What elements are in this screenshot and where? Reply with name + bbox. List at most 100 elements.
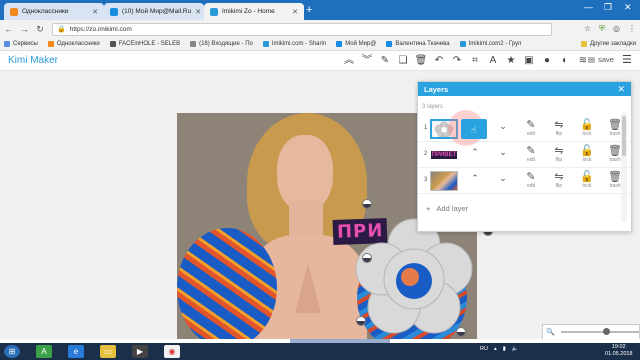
tab-imikimi[interactable]: Imikimi Zo - Home ✕ — [204, 3, 304, 20]
volume-icon[interactable]: 🔈 — [512, 346, 519, 352]
effects-icon[interactable]: ● — [540, 53, 554, 69]
move-up-icon[interactable]: ︽ — [342, 53, 356, 69]
editor-tools: ︽ ︾ ✎ ❏ 🗑 ↶ ↷ ⌗ A ★ ▣ ● ◐ ≋ — [342, 53, 590, 69]
move-up-icon[interactable]: ⌃ — [470, 147, 480, 158]
internet-explorer-icon[interactable]: e — [68, 345, 84, 358]
duplicate-icon[interactable]: ❏ — [396, 53, 410, 69]
action-label: edit — [526, 157, 536, 163]
app-toolbar: Kimi Maker ︽ ︾ ✎ ❏ 🗑 ↶ ↷ ⌗ A ★ ▣ ● ◐ ≋ ▤… — [0, 51, 640, 71]
chrome-icon[interactable]: ◉ — [164, 345, 180, 358]
reload-icon[interactable]: ↻ — [36, 24, 44, 35]
start-icon[interactable]: ⊞ — [4, 345, 20, 358]
app-logo[interactable]: Kimi Maker — [8, 55, 58, 66]
bookmark-inbox[interactable]: (18) Входящие - По — [190, 41, 253, 47]
shield-icon[interactable]: ⛨ — [599, 24, 605, 34]
folder-icon[interactable]: ▭ — [100, 345, 116, 358]
media-player-icon[interactable]: ▶ — [132, 345, 148, 358]
lock-button[interactable]: 🔓 lock — [574, 171, 600, 189]
bookmark-label: Imikimi.com2 - Груп — [468, 41, 522, 47]
forward-icon[interactable]: → — [20, 24, 29, 34]
bookmark-imikimi[interactable]: Imikimi.com - Sharin — [262, 41, 326, 47]
move-down-icon[interactable]: ︾ — [360, 53, 374, 69]
text-icon[interactable]: A — [486, 53, 500, 69]
save-button[interactable]: ▤ save — [588, 55, 614, 64]
bookmark-imikimi2[interactable]: Imikimi.com2 - Груп — [459, 41, 522, 47]
bookmark-label: (18) Входящие - По — [199, 41, 253, 47]
new-tab-button[interactable]: + — [306, 4, 312, 16]
edit-button[interactable]: ✎ edit — [518, 171, 544, 189]
move-down-icon[interactable]: ⌄ — [498, 121, 508, 132]
flip-icon: ⇋ — [554, 171, 564, 183]
zoom-slider[interactable] — [560, 328, 639, 335]
photo-face — [277, 135, 333, 211]
tray-arrow-icon[interactable]: ▴ — [494, 346, 497, 352]
star-icon[interactable]: ☆ — [584, 24, 591, 34]
image-icon[interactable]: ▣ — [522, 53, 536, 69]
page-icon — [109, 41, 116, 47]
menu-dots-icon[interactable]: ⋮ — [628, 24, 636, 34]
resize-handle[interactable] — [456, 327, 466, 337]
resize-handle[interactable] — [362, 253, 372, 263]
edit-button[interactable]: ✎ edit — [518, 119, 544, 137]
edit-button[interactable]: ✎ edit — [518, 145, 544, 163]
move-down-icon[interactable]: ⌄ — [498, 173, 508, 184]
layer-thumbnail[interactable]: ПРИВЕТ — [430, 145, 458, 165]
close-icon[interactable]: ✕ — [617, 84, 625, 95]
bookmark-faceinhole[interactable]: FACEinHOLE - SELEB — [109, 41, 180, 47]
tab-mailru[interactable]: (10) Мой Мир@Mail.Ru ✕ — [104, 3, 204, 20]
sticker-icon[interactable]: ★ — [504, 53, 518, 69]
menu-icon[interactable]: ☰ — [622, 53, 632, 66]
lock-button[interactable]: 🔓 lock — [574, 145, 600, 163]
resize-handle[interactable] — [362, 199, 372, 209]
network-icon[interactable]: ▮ — [503, 346, 506, 352]
bookmark-services[interactable]: Сервисы — [4, 41, 38, 47]
address-bar: ← → ↻ 🔒 https://zo.imikimi.com ☆ ⛨ ◎ ⋮ — [0, 20, 640, 38]
close-icon[interactable]: ✕ — [292, 8, 298, 16]
bookmarks-bar: Сервисы Одноклассники FACEinHOLE - SELEB… — [0, 38, 640, 51]
add-layer-button[interactable]: + Add layer — [426, 204, 468, 213]
move-down-icon[interactable]: ⌄ — [498, 147, 508, 158]
close-icon[interactable]: ✕ — [195, 8, 201, 16]
flip-button[interactable]: ⇋ flip — [546, 171, 572, 189]
layer-row[interactable]: 1 ☝ ⌄ ✎ edit ⇋ flip 🔓 lock 🗑 trash — [418, 110, 631, 146]
close-window-icon[interactable]: ✕ — [624, 2, 632, 13]
crop-icon[interactable]: ⌗ — [468, 53, 482, 69]
flower-frame-layer[interactable] — [354, 217, 474, 337]
lock-icon: 🔓 — [580, 145, 594, 157]
maximize-icon[interactable]: ❐ — [604, 2, 612, 13]
photo-sleeve-left — [177, 228, 277, 339]
layer-thumbnail[interactable] — [430, 171, 458, 191]
resize-handle[interactable] — [356, 316, 366, 326]
undo-icon[interactable]: ↶ — [432, 53, 446, 69]
lock-icon: 🔓 — [580, 171, 594, 183]
bookmark-moi-mir[interactable]: Мой Мир@ — [336, 41, 376, 47]
zoom-slider-knob[interactable] — [603, 328, 611, 335]
bookmark-other[interactable]: Другие закладки — [581, 41, 636, 47]
url-input[interactable]: 🔒 https://zo.imikimi.com — [52, 22, 552, 36]
layer-row[interactable]: 2 ПРИВЕТ ⌃ ⌄ ✎ edit ⇋ flip 🔓 lock 🗑 trash — [418, 142, 631, 168]
language-indicator[interactable]: RU — [480, 346, 488, 352]
layers-panel-title: Layers — [424, 84, 449, 94]
bookmark-valentina[interactable]: Валентина Ткачева — [386, 41, 450, 47]
flip-button[interactable]: ⇋ flip — [546, 119, 572, 137]
layers-scrollbar[interactable] — [621, 112, 627, 222]
back-icon[interactable]: ← — [4, 24, 13, 34]
layer-row[interactable]: 3 ⌃ ⌄ ✎ edit ⇋ flip 🔓 lock 🗑 trash — [418, 168, 631, 194]
app-a-icon[interactable]: A — [36, 345, 52, 358]
redo-icon[interactable]: ↷ — [450, 53, 464, 69]
browser-tab-bar: Одноклассники ✕ (10) Мой Мир@Mail.Ru ✕ I… — [0, 0, 640, 20]
tab-odnoklassniki[interactable]: Одноклассники ✕ — [4, 3, 104, 20]
delete-icon[interactable]: 🗑 — [414, 53, 428, 69]
minimize-icon[interactable]: — — [584, 2, 593, 12]
clock[interactable]: 19:02 01.05.2018 — [605, 344, 633, 358]
edit-icon[interactable]: ✎ — [378, 53, 392, 69]
bookmark-label: Мой Мир@ — [345, 41, 377, 47]
flip-button[interactable]: ⇋ flip — [546, 145, 572, 163]
bookmark-odnoklassniki[interactable]: Одноклассники — [47, 41, 100, 47]
lock-button[interactable]: 🔓 lock — [574, 119, 600, 137]
extension-icon[interactable]: ◎ — [613, 24, 620, 34]
move-up-icon[interactable]: ⌃ — [470, 173, 480, 184]
bookmark-label: Сервисы — [13, 41, 38, 47]
close-icon[interactable]: ✕ — [92, 8, 98, 16]
filter-icon[interactable]: ◐ — [558, 53, 572, 69]
